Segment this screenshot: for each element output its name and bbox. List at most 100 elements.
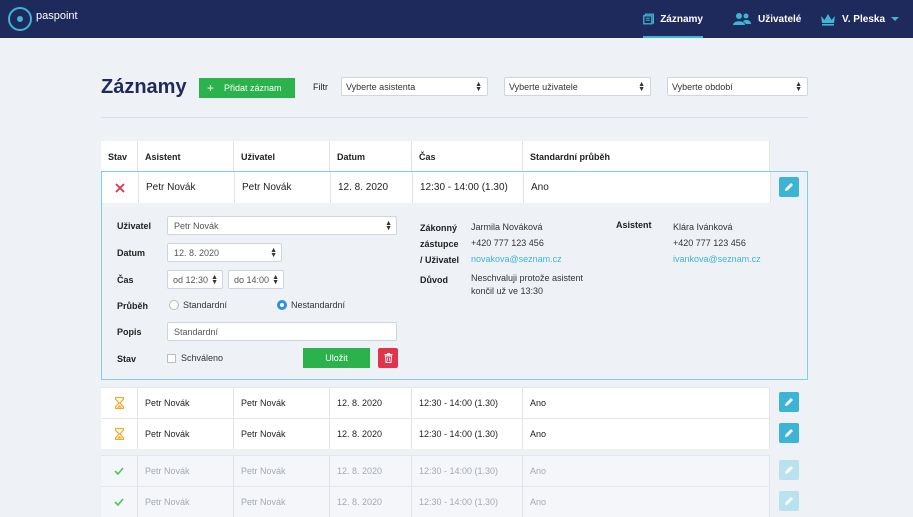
logo[interactable]: paspoint	[8, 7, 78, 31]
check-icon	[114, 467, 124, 475]
approved-label: Schváleno	[181, 353, 224, 363]
guardian-email[interactable]: novakova@seznam.cz	[471, 251, 562, 267]
filter-period-value: Vyberte období	[672, 81, 733, 92]
radio-standard[interactable]: Standardní	[169, 300, 227, 310]
date-cell: 12. 8. 2020	[331, 172, 413, 203]
description-value: Standardní	[174, 326, 219, 337]
user-select[interactable]: Petr Novák ▲ ▼	[167, 216, 397, 235]
account-menu[interactable]: V. Pleska	[820, 0, 900, 38]
chevron-down-icon	[891, 17, 900, 21]
assistant-name: Klára Ivánková	[673, 222, 733, 232]
select-arrows-icon: ▲ ▼	[385, 220, 392, 232]
time-to-select[interactable]: do 14:00 ▲ ▼	[228, 270, 284, 289]
pencil-icon	[785, 429, 793, 437]
logo-icon	[8, 7, 32, 31]
radio-standard-circle	[169, 300, 179, 310]
assistant-email[interactable]: ivankova@seznam.cz	[673, 251, 761, 267]
edit-button[interactable]	[779, 423, 799, 443]
assistant-cell: Petr Novák	[138, 388, 234, 418]
assistant-cell: Petr Novák	[138, 456, 234, 486]
table-row[interactable]: Petr Novák Petr Novák 12. 8. 2020 12:30 …	[101, 486, 770, 517]
assistant-cell: Petr Novák	[139, 172, 235, 203]
checkbox-box	[167, 353, 176, 363]
approved-checkbox[interactable]: Schváleno	[167, 353, 223, 363]
save-button[interactable]: Uložit	[303, 348, 370, 368]
filter-assistant-value: Vyberte asistenta	[346, 81, 416, 92]
time-from-select[interactable]: od 12:30 ▲ ▼	[167, 270, 223, 289]
hourglass-icon	[114, 397, 124, 409]
add-record-button[interactable]: + Přidat záznam	[199, 78, 295, 98]
users-icon	[733, 13, 751, 25]
table-row[interactable]: Petr Novák Petr Novák 12. 8. 2020 12:30 …	[102, 172, 771, 203]
standard-cell: Ano	[523, 487, 770, 517]
table-row[interactable]: Petr Novák Petr Novák 12. 8. 2020 12:30 …	[101, 455, 770, 486]
user-label: Uživatel	[117, 221, 152, 231]
nav-users[interactable]: Uživatelé	[732, 0, 801, 38]
select-arrows-icon: ▲ ▼	[475, 81, 482, 93]
state-label: Stav	[117, 354, 137, 364]
select-arrows-icon: ▲ ▼	[270, 247, 277, 259]
guardian-info: Jarmila Nováková +420 777 123 456 novako…	[471, 219, 562, 267]
user-cell: Petr Novák	[234, 388, 330, 418]
header-status: Stav	[101, 141, 138, 172]
select-arrows-icon: ▲ ▼	[211, 274, 218, 286]
description-label: Popis	[117, 327, 142, 337]
radio-nonstandard-circle	[277, 300, 287, 310]
table-row[interactable]: Petr Novák Petr Novák 12. 8. 2020 12:30 …	[101, 387, 770, 418]
filter-period-select[interactable]: Vyberte období ▲ ▼	[667, 77, 808, 96]
account-name: V. Pleska	[842, 13, 886, 25]
check-icon	[114, 498, 124, 506]
add-record-label: Přidat záznam	[224, 83, 282, 93]
expanded-record: Petr Novák Petr Novák 12. 8. 2020 12:30 …	[101, 171, 808, 380]
time-cell: 12:30 - 14:00 (1.30)	[413, 172, 524, 203]
date-select[interactable]: 12. 8. 2020 ▲ ▼	[167, 243, 282, 262]
filter-assistant-select[interactable]: Vyberte asistenta ▲ ▼	[341, 77, 488, 96]
header-time: Čas	[412, 141, 523, 172]
status-cell	[101, 456, 138, 486]
time-cell: 12:30 - 14:00 (1.30)	[412, 419, 523, 449]
time-cell: 12:30 - 14:00 (1.30)	[412, 487, 523, 517]
radio-nonstandard[interactable]: Nestandardní	[277, 300, 345, 310]
date-cell: 12. 8. 2020	[330, 388, 412, 418]
guardian-phone: +420 777 123 456	[471, 238, 544, 248]
edit-button[interactable]	[779, 491, 799, 511]
nav-users-label: Uživatelé	[758, 13, 802, 25]
user-select-value: Petr Novák	[174, 220, 219, 231]
radio-standard-label: Standardní	[183, 300, 228, 310]
standard-cell: Ano	[523, 419, 770, 449]
reason-line-1: Neschvaluji protože asistent	[471, 273, 584, 283]
guardian-label-line1: Zákonný	[420, 223, 458, 233]
select-arrows-icon: ▲ ▼	[638, 81, 645, 93]
standard-cell: Ano	[524, 172, 771, 203]
header-date: Datum	[330, 141, 412, 172]
records-icon	[643, 13, 655, 25]
divider	[101, 117, 808, 118]
guardian-label-line2: zástupce	[420, 239, 459, 249]
reason-label: Důvod	[420, 275, 448, 285]
filter-user-select[interactable]: Vyberte uživatele ▲ ▼	[504, 77, 651, 96]
header-assistant: Asistent	[138, 141, 234, 172]
filter-user-value: Vyberte uživatele	[509, 81, 578, 92]
header-user: Uživatel	[234, 141, 330, 172]
edit-button[interactable]	[779, 460, 799, 480]
description-input[interactable]: Standardní	[167, 322, 397, 341]
time-cell: 12:30 - 14:00 (1.30)	[412, 388, 523, 418]
table-row[interactable]: Petr Novák Petr Novák 12. 8. 2020 12:30 …	[101, 418, 770, 449]
page-title: Záznamy	[101, 76, 187, 98]
pencil-icon	[785, 497, 793, 505]
time-to-value: do 14:00	[234, 274, 270, 285]
progress-label: Průběh	[117, 301, 149, 311]
logo-text: paspoint	[36, 10, 78, 22]
standard-cell: Ano	[523, 388, 770, 418]
pencil-icon	[785, 466, 793, 474]
time-cell: 12:30 - 14:00 (1.30)	[412, 456, 523, 486]
crown-icon	[821, 13, 835, 26]
assistant-cell: Petr Novák	[138, 487, 234, 517]
delete-button[interactable]	[378, 348, 398, 368]
reason-text: Neschvaluji protože asistent končil už v…	[471, 272, 583, 298]
edit-button[interactable]	[779, 392, 799, 412]
nav-records[interactable]: Záznamy	[643, 0, 703, 38]
assistant-info: Klára Ivánková +420 777 123 456 ivankova…	[673, 219, 761, 267]
standard-cell: Ano	[523, 456, 770, 486]
edit-button[interactable]	[779, 177, 799, 197]
